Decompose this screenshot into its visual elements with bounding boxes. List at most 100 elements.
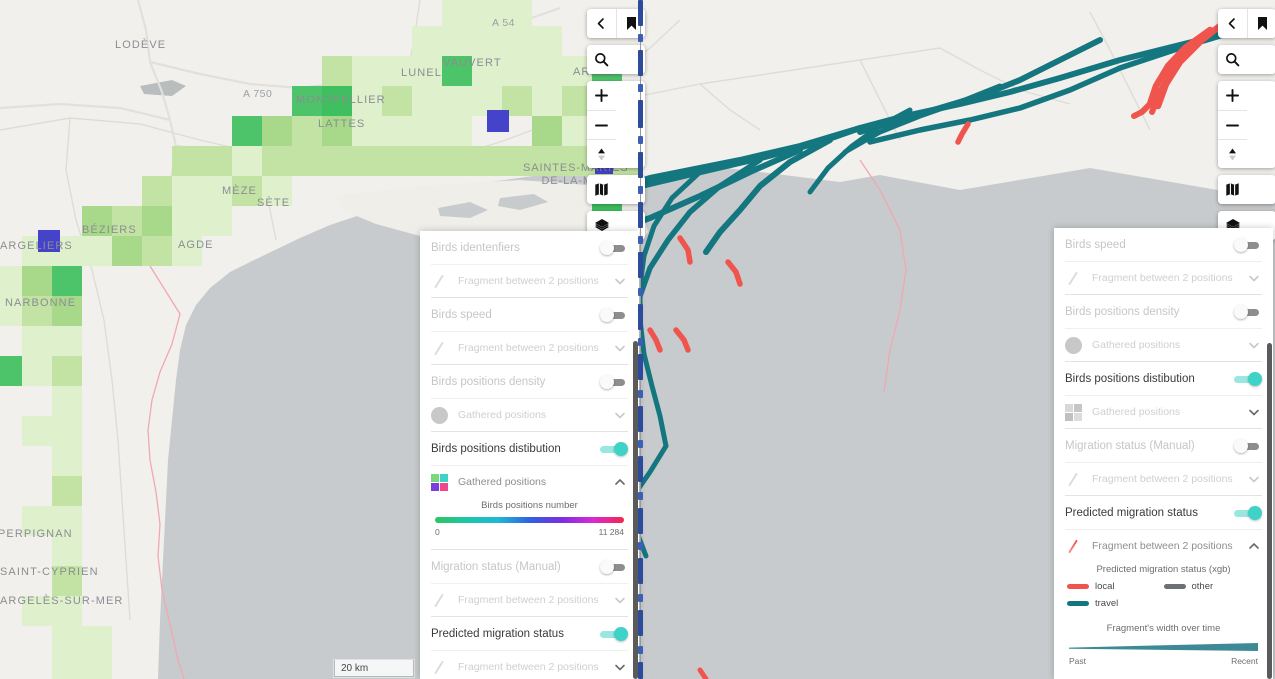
layer-toggle[interactable]	[600, 374, 628, 389]
layer-row[interactable]: Birds positions distibution	[431, 432, 628, 465]
plus-icon[interactable]	[587, 81, 616, 110]
layer-row[interactable]: Birds positions density	[431, 365, 628, 398]
layer-block: Birds speed Fragment between 2 positions	[1065, 228, 1262, 294]
layer-row[interactable]: Migration status (Manual)	[1065, 429, 1262, 462]
swipe-dash	[638, 34, 643, 42]
search-icon[interactable]	[587, 45, 616, 74]
layer-row[interactable]: Birds speed	[431, 298, 628, 331]
layer-block: Birds positions distibution Gathered posi…	[431, 431, 628, 549]
chevron-down-icon[interactable]	[612, 410, 628, 421]
layer-toggle[interactable]	[600, 240, 628, 255]
legend-max: 11 284	[598, 527, 624, 537]
dual-map-viewer: LODÈVEA 750A 54VAUVERTLUNELARLESMONTPELL…	[0, 0, 1275, 679]
chevron-down-icon[interactable]	[1246, 474, 1262, 485]
layer-toggle[interactable]	[1234, 304, 1262, 319]
swipe-dash	[638, 338, 643, 346]
swipe-dash	[638, 186, 643, 194]
layer-panel-right-scrollbar[interactable]	[1267, 343, 1272, 679]
layer-block: Predicted migration status Fragment betwe…	[1065, 495, 1262, 678]
layer-subrow[interactable]: Fragment between 2 positions	[431, 264, 628, 297]
layer-toggle[interactable]	[1234, 237, 1262, 252]
legend-key-label: local	[1095, 581, 1115, 592]
search-icon[interactable]	[1218, 45, 1247, 74]
layer-sublabel: Fragment between 2 positions	[1092, 473, 1233, 485]
layer-row[interactable]: Birds identenfiers	[431, 231, 628, 264]
circle-icon	[1065, 336, 1082, 354]
layer-row[interactable]: Predicted migration status	[431, 617, 628, 650]
layer-legend: Predicted migration status (xgb) local oth…	[1065, 562, 1262, 678]
layer-sublabel: Gathered positions	[1092, 339, 1181, 351]
swipe-divider-handle[interactable]	[638, 0, 644, 679]
legend-swatch	[1067, 601, 1089, 606]
layer-toggle[interactable]	[600, 307, 628, 322]
map-icon[interactable]	[1218, 175, 1247, 204]
chevron-left-icon[interactable]	[1218, 9, 1247, 38]
chevron-down-icon[interactable]	[612, 343, 628, 354]
slash-line-icon	[431, 592, 448, 609]
layer-row[interactable]: Birds positions distibution	[1065, 362, 1262, 395]
layer-list-right: Birds speed Fragment between 2 positions B…	[1054, 228, 1273, 678]
legend-swatch	[1163, 584, 1186, 589]
layer-subrow[interactable]: Fragment between 2 positions	[1065, 529, 1262, 562]
chevron-down-icon[interactable]	[612, 276, 628, 287]
layer-toggle[interactable]	[600, 441, 628, 456]
chevron-down-icon[interactable]	[612, 662, 628, 673]
minus-icon[interactable]	[587, 110, 616, 139]
chevron-down-icon[interactable]	[1246, 340, 1262, 351]
layer-row[interactable]: Birds speed	[1065, 228, 1262, 261]
bookmark-icon[interactable]	[1247, 9, 1275, 38]
legend-key-label: other	[1191, 581, 1214, 592]
chevron-left-icon[interactable]	[587, 9, 616, 38]
compass-icon[interactable]	[1218, 139, 1247, 168]
chevron-down-icon[interactable]	[1246, 273, 1262, 284]
chevron-down-icon[interactable]	[612, 595, 628, 606]
layer-toggle[interactable]	[1234, 505, 1262, 520]
layer-subrow[interactable]: Fragment between 2 positions	[431, 331, 628, 364]
plus-icon[interactable]	[1218, 81, 1247, 110]
layer-subrow[interactable]: Fragment between 2 positions	[1065, 261, 1262, 294]
chevron-down-icon[interactable]	[1246, 407, 1262, 418]
layer-panel-left-scrollarea[interactable]: Birds identenfiers Fragment between 2 pos…	[420, 231, 639, 679]
layer-block: Birds identenfiers Fragment between 2 pos…	[431, 231, 628, 297]
layer-toggle[interactable]	[600, 626, 628, 641]
layer-row[interactable]: Migration status (Manual)	[431, 550, 628, 583]
layer-title: Predicted migration status	[431, 627, 564, 640]
layer-panel-left[interactable]: Birds identenfiers Fragment between 2 pos…	[420, 231, 639, 679]
swipe-dash	[638, 406, 643, 432]
layer-subrow[interactable]: Gathered positions	[1065, 395, 1262, 428]
layer-panel-right-scrollarea[interactable]: Birds speed Fragment between 2 positions B…	[1054, 228, 1273, 679]
layer-subrow[interactable]: Gathered positions	[1065, 328, 1262, 361]
basemap-group	[1218, 175, 1275, 204]
layer-subrow[interactable]: Fragment between 2 positions	[1065, 462, 1262, 495]
map-controls-left	[587, 9, 645, 247]
layer-subrow[interactable]: Gathered positions	[431, 465, 628, 498]
layer-subrow[interactable]: Fragment between 2 positions	[431, 583, 628, 616]
swipe-dash	[638, 646, 643, 654]
layer-block: Birds positions distibution Gathered posi…	[1065, 361, 1262, 428]
legend-title: Birds positions number	[481, 500, 578, 511]
layer-subrow[interactable]: Fragment between 2 positions	[431, 650, 628, 679]
layer-toggle[interactable]	[1234, 438, 1262, 453]
search-group	[587, 45, 645, 74]
legend-width-range: Past Recent	[1069, 656, 1258, 666]
chevron-up-icon[interactable]	[612, 477, 628, 488]
chevron-up-icon[interactable]	[1246, 541, 1262, 552]
slash-line-icon	[1065, 471, 1082, 488]
swipe-dash	[638, 508, 643, 534]
minus-icon[interactable]	[1218, 110, 1247, 139]
layer-sublabel: Fragment between 2 positions	[1092, 272, 1233, 284]
layer-panel-right[interactable]: Birds speed Fragment between 2 positions B…	[1054, 228, 1273, 679]
layer-row[interactable]: Birds positions density	[1065, 295, 1262, 328]
layer-legend: Birds positions number 0 11 284	[431, 498, 628, 549]
layer-toggle[interactable]	[600, 559, 628, 574]
layer-row[interactable]: Predicted migration status	[1065, 496, 1262, 529]
swipe-dash	[638, 288, 643, 296]
slash-line-icon	[431, 273, 448, 290]
compass-icon[interactable]	[587, 139, 616, 168]
legend-width-min: Past	[1069, 656, 1087, 666]
legend-gradient-range: 0 11 284	[435, 527, 624, 537]
layer-subrow[interactable]: Gathered positions	[431, 398, 628, 431]
layer-toggle[interactable]	[1234, 371, 1262, 386]
map-icon[interactable]	[587, 175, 616, 204]
swipe-dash	[638, 542, 643, 550]
